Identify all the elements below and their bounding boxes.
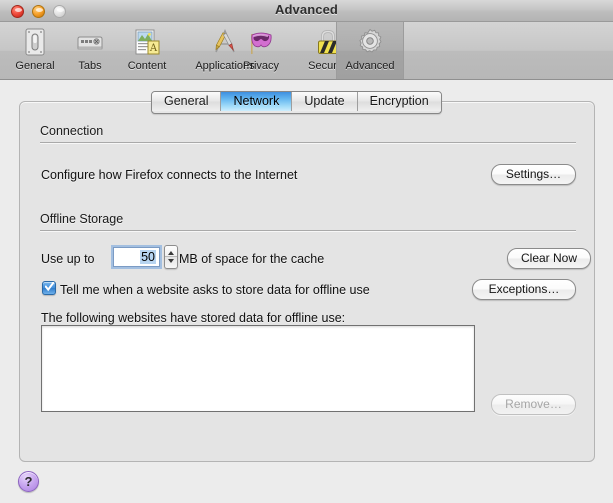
window-titlebar: Advanced xyxy=(0,0,613,22)
connection-group-label: Connection xyxy=(40,124,112,138)
window-title: Advanced xyxy=(275,2,338,17)
group-separator-rule xyxy=(40,230,576,231)
connection-group-header: Connection xyxy=(40,124,576,144)
cache-size-value: 50 xyxy=(140,250,156,264)
toolbar-item-label: Privacy xyxy=(242,60,280,72)
toolbar-item-general[interactable]: General xyxy=(4,22,66,79)
toolbar-item-content[interactable]: A Content xyxy=(114,22,180,79)
content-icon: A xyxy=(131,26,163,58)
preferences-toolbar: General Tabs A Content Applications Priv… xyxy=(0,22,613,80)
toolbar-item-label: Content xyxy=(127,60,167,72)
gear-icon xyxy=(354,26,386,58)
tab-network[interactable]: Network xyxy=(221,92,293,111)
notify-checkbox-label[interactable]: Tell me when a website asks to store dat… xyxy=(60,283,370,297)
tab-update[interactable]: Update xyxy=(292,92,358,111)
connection-description: Configure how Firefox connects to the In… xyxy=(41,168,298,182)
network-tabstrip: General Network Update Encryption xyxy=(151,91,442,114)
toolbar-item-label: Advanced xyxy=(345,60,395,72)
stepper-down-icon[interactable] xyxy=(168,259,174,263)
stepper-divider xyxy=(165,256,177,257)
checkmark-icon xyxy=(45,282,54,292)
cache-size-input[interactable]: 50 xyxy=(111,245,162,269)
toolbar-item-tabs[interactable]: Tabs xyxy=(66,22,114,79)
group-separator-rule xyxy=(40,142,576,143)
tabs-icon xyxy=(74,26,106,58)
stored-sites-label: The following websites have stored data … xyxy=(41,311,346,325)
help-button[interactable]: ? xyxy=(18,471,39,492)
offline-storage-group-label: Offline Storage xyxy=(40,212,132,226)
toolbar-item-label: Tabs xyxy=(78,60,102,72)
exceptions-button[interactable]: Exceptions… xyxy=(472,279,576,300)
notify-offline-storage-checkbox[interactable] xyxy=(42,281,56,295)
offline-storage-group-header: Offline Storage xyxy=(40,212,576,232)
switch-icon xyxy=(19,26,51,58)
clear-now-button[interactable]: Clear Now xyxy=(507,248,591,269)
stored-sites-listbox[interactable] xyxy=(41,325,475,412)
cache-size-stepper[interactable] xyxy=(164,245,178,269)
tab-general[interactable]: General xyxy=(152,92,222,111)
preferences-window: Advanced General Tabs A Content Applicat… xyxy=(0,0,613,503)
toolbar-item-label: General xyxy=(15,60,55,72)
tab-encryption[interactable]: Encryption xyxy=(357,92,441,111)
cache-units-label: MB of space for the cache xyxy=(179,252,325,266)
stepper-up-icon[interactable] xyxy=(168,251,174,255)
svg-text:A: A xyxy=(149,43,158,54)
mask-icon xyxy=(245,26,277,58)
use-up-to-label: Use up to xyxy=(41,252,95,266)
remove-button[interactable]: Remove… xyxy=(491,394,576,415)
toolbar-item-privacy[interactable]: Privacy xyxy=(228,22,294,79)
settings-button[interactable]: Settings… xyxy=(491,164,576,185)
toolbar-item-advanced[interactable]: Advanced xyxy=(336,22,404,79)
